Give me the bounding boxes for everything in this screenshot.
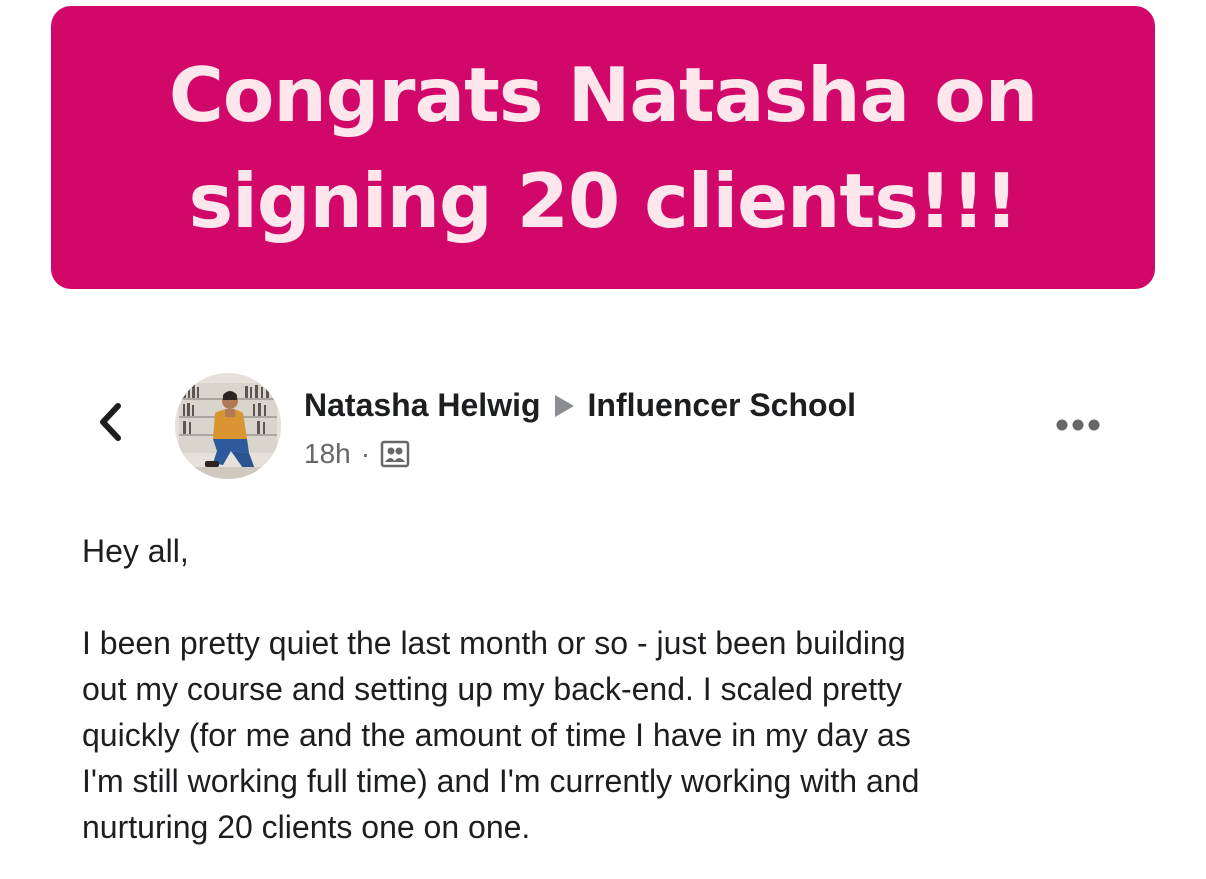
banner-title-line-2: signing 20 clients!!! <box>188 156 1018 245</box>
post-greeting: Hey all, <box>82 533 189 569</box>
back-button[interactable] <box>90 396 130 448</box>
post-timestamp[interactable]: 18h <box>304 438 351 470</box>
author-name[interactable]: Natasha Helwig <box>304 387 541 424</box>
banner-title-line-1: Congrats Natasha on <box>168 50 1038 139</box>
more-horizontal-icon <box>1056 419 1100 431</box>
post-line: quickly (for me and the amount of time I… <box>82 717 911 753</box>
post-line: I'm still working full time) and I'm cur… <box>82 763 920 799</box>
group-members-icon <box>380 440 410 468</box>
post-line: out my course and setting up my back-end… <box>82 671 902 707</box>
more-options-button[interactable] <box>1050 408 1106 442</box>
post-paragraph: I been pretty quiet the last month or so… <box>82 620 1142 850</box>
post-line: I been pretty quiet the last month or so… <box>82 625 906 661</box>
chevron-left-icon <box>100 403 121 441</box>
post-line: nurturing 20 clients one on one. <box>82 809 531 845</box>
group-name[interactable]: Influencer School <box>588 387 856 424</box>
banner-title: Congrats Natasha on signing 20 clients!!… <box>149 42 1057 254</box>
post-body: Hey all, I been pretty quiet the last mo… <box>82 528 1142 850</box>
post-header: Natasha Helwig Influencer School <box>304 387 856 424</box>
avatar[interactable] <box>175 373 281 479</box>
post-meta: 18h · <box>304 438 410 470</box>
right-triangle-icon <box>554 394 574 417</box>
announcement-banner: Congrats Natasha on signing 20 clients!!… <box>51 6 1155 289</box>
meta-separator: · <box>360 438 371 469</box>
avatar-photo <box>175 373 281 479</box>
